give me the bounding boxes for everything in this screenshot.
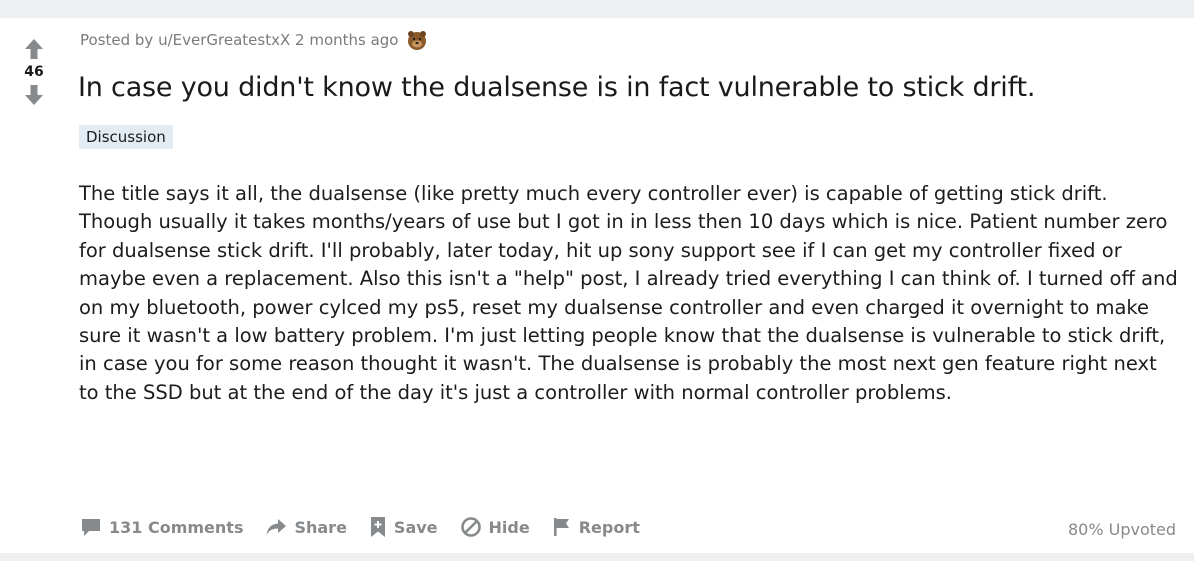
bottom-divider — [0, 553, 1194, 561]
share-label: Share — [294, 517, 347, 537]
award-icon[interactable] — [405, 28, 429, 52]
comment-icon — [82, 519, 100, 536]
meta-prefix: Posted by — [80, 31, 159, 49]
post-actions: 131 Comments Share Save Hide Report — [80, 516, 640, 538]
share-button[interactable]: Share — [265, 517, 347, 537]
arrow-up-icon — [25, 39, 43, 59]
hide-button[interactable]: Hide — [460, 516, 530, 538]
upvote-ratio: 80% Upvoted — [1067, 520, 1176, 539]
hide-icon — [460, 517, 481, 537]
flag-icon — [553, 518, 569, 536]
post-body: The title says it all, the dualsense (li… — [79, 182, 1178, 404]
post-time[interactable]: 2 months ago — [295, 31, 398, 49]
top-divider — [0, 0, 1194, 18]
report-label: Report — [578, 517, 640, 537]
save-label: Save — [393, 517, 438, 537]
comments-label: 131 Comments — [109, 517, 244, 537]
vote-count: 46 — [24, 64, 44, 80]
share-icon — [266, 519, 287, 535]
save-button[interactable]: Save — [369, 516, 438, 538]
hide-label: Hide — [488, 517, 530, 537]
arrow-down-icon — [25, 85, 43, 105]
downvote-button[interactable] — [20, 81, 48, 109]
author-link[interactable]: u/EverGreatestxX — [158, 31, 290, 49]
post-meta: Posted by u/EverGreatestxX 2 months ago — [80, 28, 429, 52]
report-button[interactable]: Report — [552, 517, 640, 537]
flair-badge[interactable]: Discussion — [79, 125, 173, 149]
upvote-button[interactable] — [20, 35, 48, 63]
vote-column: 46 — [14, 35, 54, 109]
bookmark-icon — [370, 517, 385, 537]
post-title[interactable]: In case you didn't know the dualsense is… — [78, 72, 1035, 103]
comments-button[interactable]: 131 Comments — [80, 517, 243, 537]
